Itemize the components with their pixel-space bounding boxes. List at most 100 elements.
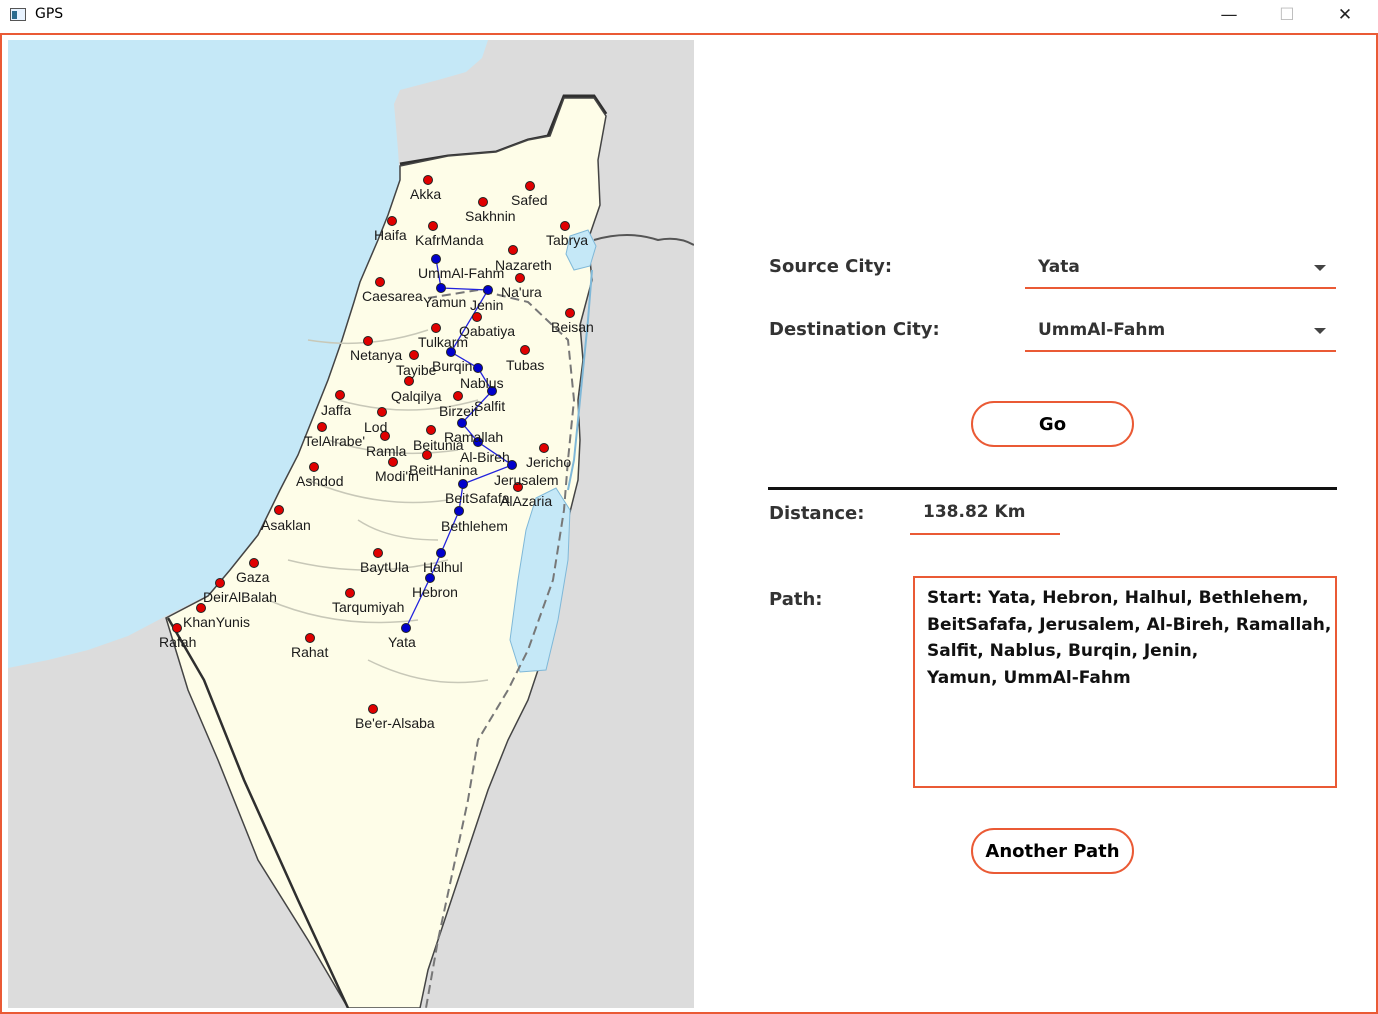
- destination-city-combobox[interactable]: UmmAl-Fahm: [1025, 316, 1336, 352]
- map-view[interactable]: Akka Safed Sakhnin Haifa KafrManda Tabrya UmmA…: [8, 40, 694, 1008]
- city-label: Halhul: [423, 559, 463, 575]
- city-marker[interactable]: [483, 285, 493, 295]
- city-marker[interactable]: [458, 479, 468, 489]
- city-label: TelAlrabe': [304, 433, 366, 449]
- city-marker[interactable]: [436, 283, 446, 293]
- minimize-button[interactable]: —: [1200, 0, 1258, 30]
- city-label: Beitunia: [413, 437, 464, 453]
- city-label: Salfit: [474, 398, 506, 414]
- maximize-button[interactable]: ☐: [1258, 0, 1316, 30]
- city-label: Tabrya: [546, 232, 589, 248]
- city-marker[interactable]: [172, 623, 182, 633]
- app-icon: [10, 8, 26, 21]
- city-marker[interactable]: [368, 704, 378, 714]
- city-label: Netanya: [350, 347, 403, 363]
- divider: [768, 487, 1337, 490]
- city-marker[interactable]: [436, 548, 446, 558]
- city-marker[interactable]: [508, 245, 518, 255]
- city-marker[interactable]: [377, 407, 387, 417]
- city-marker[interactable]: [453, 391, 463, 401]
- city-marker[interactable]: [426, 425, 436, 435]
- city-marker[interactable]: [249, 558, 259, 568]
- city-marker[interactable]: [472, 312, 482, 322]
- city-label: Na'ura: [501, 284, 542, 300]
- city-marker[interactable]: [457, 418, 467, 428]
- city-label: Birzeit: [439, 403, 478, 419]
- city-label: UmmAl-Fahm: [418, 265, 505, 281]
- window-title: GPS: [35, 6, 64, 22]
- city-marker[interactable]: [454, 506, 464, 516]
- city-marker[interactable]: [520, 345, 530, 355]
- city-marker[interactable]: [478, 197, 488, 207]
- path-label: Path:: [769, 589, 823, 610]
- city-label: Qalqilya: [391, 388, 442, 404]
- city-marker[interactable]: [373, 548, 383, 558]
- city-marker[interactable]: [305, 633, 315, 643]
- city-marker[interactable]: [409, 350, 419, 360]
- city-marker[interactable]: [525, 181, 535, 191]
- city-label: Rahat: [291, 644, 329, 660]
- city-label: Modi'in: [375, 468, 419, 484]
- city-label: Nazareth: [495, 257, 552, 273]
- title-bar: GPS — ☐ ✕: [0, 0, 1378, 32]
- destination-city-label: Destination City:: [769, 319, 940, 340]
- go-button[interactable]: Go: [971, 401, 1134, 447]
- path-text-area[interactable]: Start: Yata, Hebron, Halhul, Bethlehem, …: [913, 576, 1337, 788]
- city-label: Jenin: [470, 297, 504, 313]
- city-label: Gaza: [236, 569, 270, 585]
- city-marker[interactable]: [335, 390, 345, 400]
- city-marker[interactable]: [401, 623, 411, 633]
- city-label: Haifa: [374, 227, 407, 243]
- path-line: Start: Yata, Hebron, Halhul, Bethlehem,: [927, 588, 1309, 608]
- city-marker[interactable]: [431, 323, 441, 333]
- source-city-combobox[interactable]: Yata: [1025, 253, 1336, 289]
- dropdown-arrow-icon[interactable]: [1314, 328, 1326, 334]
- city-label: Sakhnin: [465, 208, 516, 224]
- city-label: Beisan: [551, 319, 594, 335]
- city-label: Ashdod: [296, 473, 344, 489]
- city-label: Jaffa: [321, 402, 352, 418]
- another-path-button[interactable]: Another Path: [971, 828, 1134, 874]
- city-label: BeitHanina: [409, 462, 478, 478]
- city-label: DeirAlBalah: [203, 589, 277, 605]
- city-label: Jerusalem: [494, 472, 559, 488]
- city-label: Yamun: [423, 294, 467, 310]
- city-marker[interactable]: [375, 277, 385, 287]
- city-label: Safed: [511, 192, 548, 208]
- city-marker[interactable]: [345, 588, 355, 598]
- city-label: Yata: [388, 634, 416, 650]
- city-marker[interactable]: [215, 578, 225, 588]
- city-marker[interactable]: [560, 221, 570, 231]
- path-line: Salfit, Nablus, Burqin, Jenin,: [927, 641, 1199, 661]
- city-marker[interactable]: [431, 254, 441, 264]
- city-label: Akka: [410, 186, 442, 202]
- city-marker[interactable]: [274, 505, 284, 515]
- source-city-value: Yata: [1038, 257, 1080, 277]
- city-label: Tubas: [506, 357, 545, 373]
- source-city-label: Source City:: [769, 256, 893, 277]
- destination-city-value: UmmAl-Fahm: [1038, 320, 1166, 340]
- city-marker[interactable]: [387, 216, 397, 226]
- city-label: Lod: [364, 419, 388, 435]
- city-label: Bethlehem: [441, 518, 508, 534]
- city-marker[interactable]: [317, 422, 327, 432]
- city-marker[interactable]: [428, 221, 438, 231]
- map-canvas: [8, 40, 694, 1008]
- close-button[interactable]: ✕: [1316, 0, 1374, 30]
- dropdown-arrow-icon[interactable]: [1314, 265, 1326, 271]
- city-marker[interactable]: [423, 175, 433, 185]
- city-label: Ramla: [366, 443, 407, 459]
- city-marker[interactable]: [565, 308, 575, 318]
- distance-label: Distance:: [769, 503, 865, 524]
- city-marker[interactable]: [539, 443, 549, 453]
- city-label: Tulkarm: [418, 334, 469, 350]
- city-label: Jericho: [526, 454, 572, 470]
- city-marker[interactable]: [473, 363, 483, 373]
- city-marker[interactable]: [515, 273, 525, 283]
- city-marker[interactable]: [309, 462, 319, 472]
- city-label: Asaklan: [261, 517, 311, 533]
- city-label: Hebron: [412, 584, 458, 600]
- city-label: BaytUla: [360, 559, 410, 575]
- distance-value: 138.82 Km: [923, 502, 1026, 522]
- city-marker[interactable]: [363, 336, 373, 346]
